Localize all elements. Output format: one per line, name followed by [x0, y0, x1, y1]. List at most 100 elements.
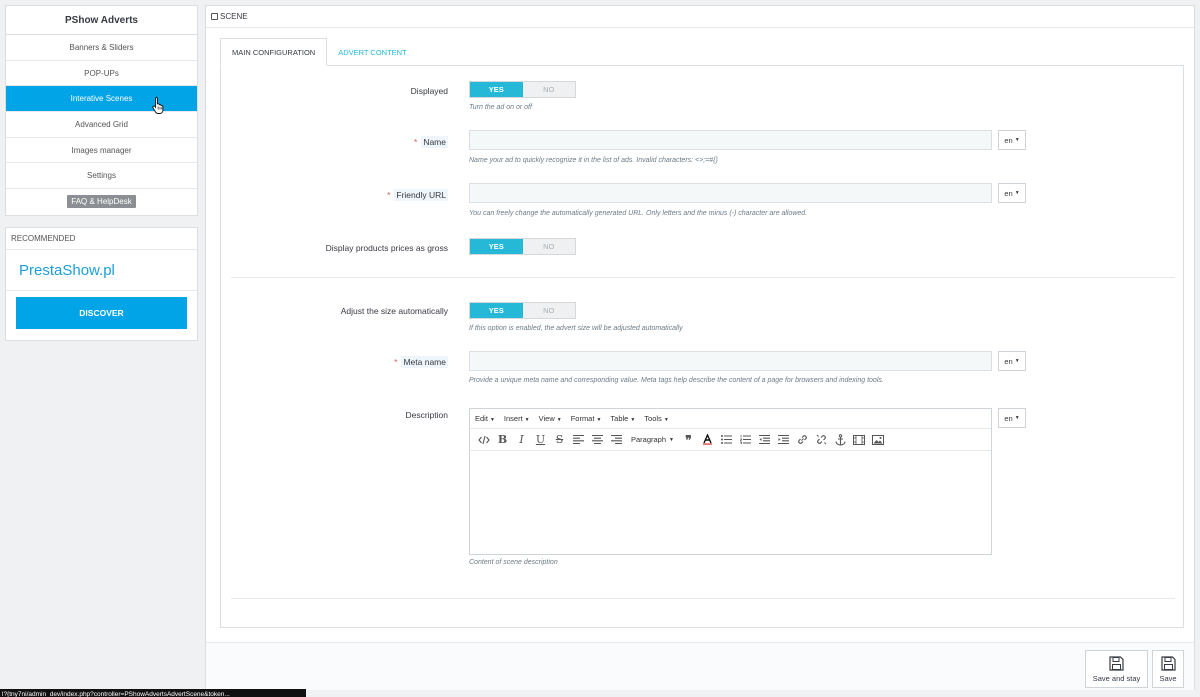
prices-gross-label: Display products prices as gross	[325, 243, 448, 253]
link-icon[interactable]	[795, 432, 810, 448]
editor-toolbar: B I U S Paragraph ▼ ❞	[470, 429, 991, 451]
description-editor: Edit ▼ Insert ▼ View ▼ Format ▼ Table ▼ Tools…	[469, 408, 992, 555]
indent-icon[interactable]	[776, 432, 791, 448]
description-language-dropdown[interactable]: en ▼	[998, 408, 1026, 428]
align-right-icon[interactable]	[609, 432, 624, 448]
strikethrough-icon[interactable]: S	[552, 432, 567, 448]
image-icon[interactable]	[871, 432, 886, 448]
required-mark: *	[387, 190, 391, 200]
align-left-icon[interactable]	[571, 432, 586, 448]
sidebar-item-label: POP-UPs	[84, 68, 119, 78]
description-label: Description	[405, 410, 448, 420]
name-input[interactable]	[469, 130, 992, 150]
unlink-icon[interactable]	[814, 432, 829, 448]
sidebar-item-images-manager[interactable]: Images manager	[6, 138, 197, 164]
sidebar-item-interative-scenes[interactable]: Interative Scenes	[6, 86, 197, 113]
faq-badge: FAQ & HelpDesk	[67, 195, 136, 209]
save-label: Save	[1159, 673, 1177, 683]
bold-icon[interactable]: B	[495, 432, 510, 448]
switch-no[interactable]: NO	[522, 82, 575, 97]
switch-yes[interactable]: YES	[470, 82, 523, 97]
friendly-url-language-dropdown[interactable]: en ▼	[998, 183, 1026, 203]
module-title: PShow Adverts	[6, 6, 197, 35]
caret-down-icon: ▼	[489, 417, 495, 423]
required-mark: *	[394, 357, 398, 367]
editor-menu-insert[interactable]: Insert ▼	[504, 414, 530, 423]
discover-button[interactable]: DISCOVER	[16, 297, 187, 329]
name-language-dropdown[interactable]: en ▼	[998, 130, 1026, 150]
divider	[6, 290, 197, 291]
floppy-disk-icon	[1109, 655, 1124, 671]
section-divider	[231, 598, 1175, 599]
meta-name-language-dropdown[interactable]: en ▼	[998, 351, 1026, 371]
sidebar-item-label: Settings	[87, 171, 116, 181]
sidebar: PShow Adverts Banners & Sliders POP-UPs …	[5, 5, 198, 341]
sidebar-item-popups[interactable]: POP-UPs	[6, 61, 197, 87]
meta-name-hint: Provide a unique meta name and correspon…	[469, 377, 884, 384]
editor-menu-tools[interactable]: Tools ▼	[644, 414, 668, 423]
outdent-icon[interactable]	[757, 432, 772, 448]
displayed-switch[interactable]: YES NO	[469, 81, 576, 98]
recommended-title: RECOMMENDED	[6, 228, 197, 250]
sidebar-item-label: Images manager	[71, 145, 132, 155]
displayed-label: Displayed	[410, 86, 448, 96]
tab-advert-content[interactable]: ADVERT CONTENT	[327, 38, 417, 66]
editor-menu-table[interactable]: Table ▼	[610, 414, 635, 423]
video-icon[interactable]	[852, 432, 867, 448]
sidebar-item-banners-sliders[interactable]: Banners & Sliders	[6, 35, 197, 61]
section-divider	[231, 277, 1175, 278]
adjust-size-label: Adjust the size automatically	[340, 306, 448, 316]
editor-menubar: Edit ▼ Insert ▼ View ▼ Format ▼ Table ▼ Tools…	[470, 409, 991, 429]
tab-main-configuration[interactable]: MAIN CONFIGURATION	[220, 38, 328, 66]
switch-yes[interactable]: YES	[470, 303, 523, 318]
meta-name-input[interactable]	[469, 351, 992, 371]
source-code-icon[interactable]	[476, 432, 491, 448]
caret-down-icon: ▼	[1014, 415, 1020, 421]
editor-menu-format[interactable]: Format ▼	[571, 414, 602, 423]
anchor-icon[interactable]	[833, 432, 848, 448]
form-container: Displayed YES NO Turn the ad on or off *…	[220, 65, 1184, 628]
adjust-size-switch[interactable]: YES NO	[469, 302, 576, 319]
text-color-icon[interactable]	[700, 432, 715, 448]
friendly-url-hint: You can freely change the automatically …	[469, 210, 808, 217]
editor-content-area[interactable]	[470, 452, 991, 554]
tab-bar: MAIN CONFIGURATION ADVERT CONTENT	[220, 38, 418, 66]
numbered-list-icon[interactable]	[738, 432, 753, 448]
save-and-stay-label: Save and stay	[1092, 673, 1141, 683]
align-center-icon[interactable]	[590, 432, 605, 448]
blockquote-icon[interactable]: ❞	[681, 432, 696, 448]
editor-menu-edit[interactable]: Edit ▼	[475, 414, 495, 423]
panel-title: SCENE	[220, 12, 248, 21]
underline-icon[interactable]: U	[533, 432, 548, 448]
bullet-list-icon[interactable]	[719, 432, 734, 448]
sidebar-item-label: Advanced Grid	[75, 119, 128, 129]
sidebar-item-faq-helpdesk[interactable]: FAQ & HelpDesk	[6, 189, 197, 215]
paragraph-format-dropdown[interactable]: Paragraph ▼	[628, 432, 677, 448]
caret-down-icon: ▼	[1014, 137, 1020, 143]
name-hint: Name your ad to quickly recognize it in …	[469, 157, 718, 164]
prestashow-logo[interactable]: PrestaShow.pl	[19, 262, 115, 279]
html5-icon	[211, 13, 218, 20]
friendly-url-input[interactable]	[469, 183, 992, 203]
italic-icon[interactable]: I	[514, 432, 529, 448]
hand-cursor-icon	[152, 96, 164, 114]
switch-no[interactable]: NO	[522, 303, 575, 318]
editor-menu-view[interactable]: View ▼	[539, 414, 562, 423]
caret-down-icon: ▼	[1014, 358, 1020, 364]
meta-name-label: * Meta name	[394, 356, 448, 368]
save-and-stay-button[interactable]: Save and stay	[1085, 650, 1148, 688]
sidebar-item-settings[interactable]: Settings	[6, 163, 197, 190]
sidebar-item-label: Interative Scenes	[70, 94, 133, 104]
prices-gross-switch[interactable]: YES NO	[469, 238, 576, 255]
save-button[interactable]: Save	[1152, 650, 1184, 688]
friendly-url-label: * Friendly URL	[387, 189, 448, 201]
caret-down-icon: ▼	[556, 417, 562, 423]
caret-down-icon: ▼	[663, 417, 669, 423]
sidebar-item-advanced-grid[interactable]: Advanced Grid	[6, 112, 197, 138]
displayed-hint: Turn the ad on or off	[469, 104, 532, 111]
switch-no[interactable]: NO	[522, 239, 575, 254]
module-menu: PShow Adverts Banners & Sliders POP-UPs …	[5, 5, 198, 216]
switch-yes[interactable]: YES	[470, 239, 523, 254]
caret-down-icon: ▼	[630, 417, 636, 423]
browser-status-url: l?{tny7ni/admin_dev/index.php?controller…	[0, 689, 306, 697]
